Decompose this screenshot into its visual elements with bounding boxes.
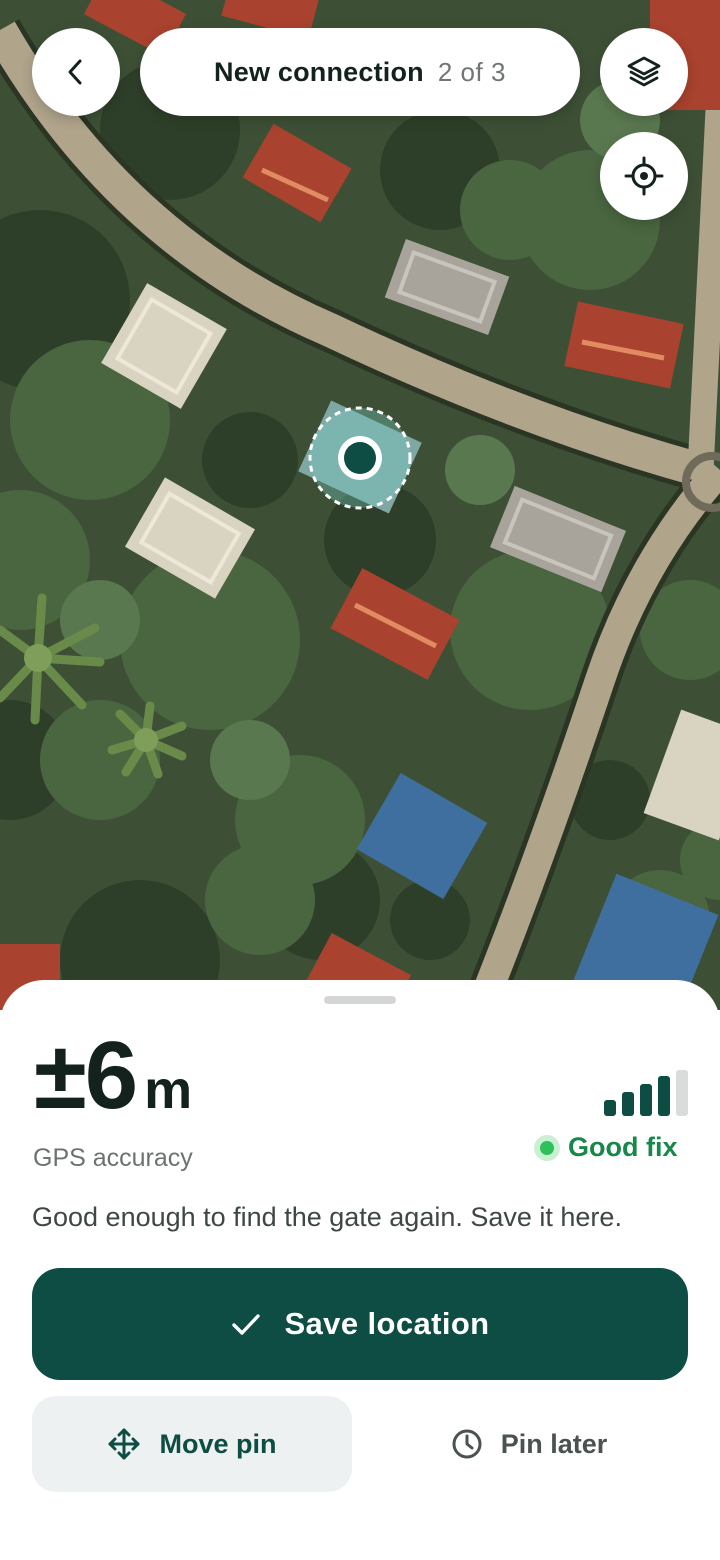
accuracy-value: ±6 <box>34 1022 138 1129</box>
pin-later-label: Pin later <box>500 1428 608 1459</box>
save-location-label: Save location <box>284 1306 490 1341</box>
chevron-left-icon <box>68 59 82 85</box>
location-pin-icon[interactable] <box>306 404 414 512</box>
signal-bar <box>676 1070 688 1116</box>
move-pin-label: Move pin <box>159 1428 277 1459</box>
accuracy-readout: ±6 m <box>34 1028 192 1124</box>
accuracy-message: Good enough to find the gate again. Save… <box>32 1202 622 1232</box>
layers-icon <box>627 56 661 87</box>
signal-strength-icon <box>604 1070 688 1116</box>
clock-icon <box>452 1429 482 1459</box>
title-bar: New connection 2 of 3 <box>140 28 580 116</box>
crosshair-icon <box>624 156 664 196</box>
move-arrows-icon <box>108 1428 140 1460</box>
layers-button[interactable] <box>600 28 688 116</box>
sheet-drag-handle[interactable] <box>324 996 396 1004</box>
signal-bar <box>658 1076 670 1116</box>
status-dot-icon <box>534 1134 560 1161</box>
pin-later-button[interactable]: Pin later <box>370 1396 688 1492</box>
fix-status: Good fix <box>534 1132 678 1163</box>
back-button[interactable] <box>32 28 120 116</box>
move-pin-button[interactable]: Move pin <box>32 1396 352 1492</box>
accuracy-label: GPS accuracy <box>33 1144 193 1172</box>
save-location-button[interactable]: Save location <box>32 1268 688 1380</box>
checkmark-icon <box>232 1314 261 1335</box>
my-location-button[interactable] <box>600 132 688 220</box>
bottom-sheet: ±6 m GPS accuracy Good fix Good enough t… <box>0 980 720 1560</box>
signal-bar <box>604 1100 616 1116</box>
page-title: New connection <box>214 56 424 87</box>
signal-bar <box>622 1092 634 1116</box>
accuracy-unit: m <box>144 1060 193 1120</box>
step-indicator: 2 of 3 <box>437 56 506 87</box>
fix-status-label: Good fix <box>568 1132 678 1162</box>
signal-bar <box>640 1084 652 1116</box>
